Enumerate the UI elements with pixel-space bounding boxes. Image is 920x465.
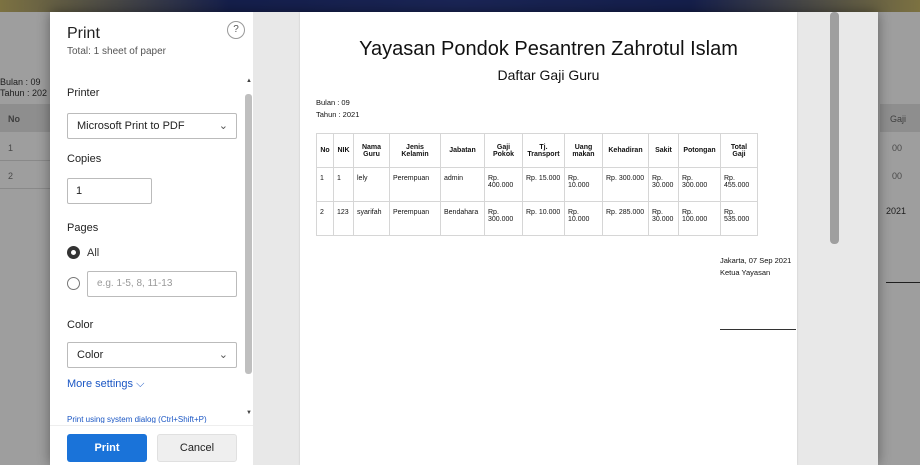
document-title: Yayasan Pondok Pesantren Zahrotul Islam xyxy=(359,38,738,60)
panel-scrollbar[interactable] xyxy=(245,94,252,374)
col-header: Potongan xyxy=(678,133,721,168)
sheet-count: Total: 1 sheet of paper xyxy=(67,46,166,57)
table-cell: Perempuan xyxy=(389,201,441,236)
col-header: Uang makan xyxy=(564,133,603,168)
salary-table: No NIK Nama Guru Jenis Kelamin Jabatan G… xyxy=(316,133,758,236)
col-header: Jabatan xyxy=(440,133,485,168)
table-cell: Rp. 15.000 xyxy=(522,167,565,202)
print-button[interactable]: Print xyxy=(67,434,147,462)
signature-role: Ketua Yayasan xyxy=(720,268,771,277)
signature-date: Jakarta, 07 Sep 2021 xyxy=(720,256,792,265)
pages-custom-radio[interactable] xyxy=(67,277,80,290)
chevron-down-icon: ⌄ xyxy=(218,349,228,361)
print-dialog: Print Total: 1 sheet of paper ? Printer … xyxy=(50,12,878,465)
table-cell: Rp. 300.000 xyxy=(602,167,649,202)
table-cell: syarifah xyxy=(353,201,390,236)
copies-label: Copies xyxy=(67,153,102,165)
pages-all-radio[interactable] xyxy=(67,246,80,259)
col-header: No xyxy=(316,133,334,168)
col-header: Sakit xyxy=(648,133,679,168)
copies-input[interactable]: 1 xyxy=(67,178,152,204)
printer-label: Printer xyxy=(67,87,100,99)
table-cell: Rp. 100.000 xyxy=(678,201,721,236)
col-header: Nama Guru xyxy=(353,133,390,168)
chevron-down-icon: ⌄ xyxy=(218,120,228,132)
table-cell: Rp. 30.000 xyxy=(648,167,679,202)
printer-select-value: Microsoft Print to PDF xyxy=(77,120,185,132)
col-header: NIK xyxy=(333,133,354,168)
scroll-up-icon[interactable]: ▲ xyxy=(246,78,252,84)
col-header: Gaji Pokok xyxy=(484,133,523,168)
more-settings-link[interactable]: More settings ⌵ xyxy=(67,378,144,391)
preview-scrollbar[interactable] xyxy=(830,12,839,244)
table-cell: 1 xyxy=(333,167,354,202)
col-header: Jenis Kelamin xyxy=(389,133,441,168)
table-row: 2 123 syarifah Perempuan Bendahara Rp. 3… xyxy=(316,201,758,236)
print-preview: Yayasan Pondok Pesantren Zahrotul Islam … xyxy=(253,12,878,465)
col-header: Total Gaji xyxy=(720,133,758,168)
table-cell: Rp. 400.000 xyxy=(484,167,523,202)
table-cell: 123 xyxy=(333,201,354,236)
table-row: 1 1 lely Perempuan admin Rp. 400.000 Rp.… xyxy=(316,167,758,202)
table-header-row: No NIK Nama Guru Jenis Kelamin Jabatan G… xyxy=(316,133,758,168)
table-cell: Rp. 300.000 xyxy=(678,167,721,202)
cancel-button[interactable]: Cancel xyxy=(157,434,237,462)
table-cell: 2 xyxy=(316,201,334,236)
print-settings-panel: Print Total: 1 sheet of paper ? Printer … xyxy=(50,12,253,465)
pages-label: Pages xyxy=(67,222,99,234)
table-cell: lely xyxy=(353,167,390,202)
system-dialog-link[interactable]: Print using system dialog (Ctrl+Shift+P) xyxy=(67,415,207,423)
signature-line xyxy=(720,329,796,330)
table-cell: Rp. 300.000 xyxy=(484,201,523,236)
table-cell: Rp. 10.000 xyxy=(564,167,603,202)
col-header: Tj. Transport xyxy=(522,133,565,168)
table-cell: Perempuan xyxy=(389,167,441,202)
scroll-down-icon[interactable]: ▼ xyxy=(246,410,252,416)
table-cell: Rp. 10.000 xyxy=(522,201,565,236)
color-select[interactable]: Color ⌄ xyxy=(67,342,237,368)
help-icon[interactable]: ? xyxy=(227,21,245,39)
table-cell: Rp. 10.000 xyxy=(564,201,603,236)
col-header: Kehadiran xyxy=(602,133,649,168)
dialog-title: Print xyxy=(67,25,100,42)
printer-select[interactable]: Microsoft Print to PDF ⌄ xyxy=(67,113,237,139)
document-bulan: Bulan : 09 xyxy=(316,98,350,107)
table-cell: Rp. 535.000 xyxy=(720,201,758,236)
table-cell: Rp. 30.000 xyxy=(648,201,679,236)
pages-all-label: All xyxy=(87,247,100,259)
pages-range-input[interactable]: e.g. 1-5, 8, 11-13 xyxy=(87,271,237,297)
color-label: Color xyxy=(67,319,94,331)
table-cell: Bendahara xyxy=(440,201,485,236)
table-cell: admin xyxy=(440,167,485,202)
table-cell: 1 xyxy=(316,167,334,202)
table-cell: Rp. 285.000 xyxy=(602,201,649,236)
table-cell: Rp. 455.000 xyxy=(720,167,758,202)
document-subtitle: Daftar Gaji Guru xyxy=(497,67,600,83)
document-tahun: Tahun : 2021 xyxy=(316,110,360,119)
color-select-value: Color xyxy=(77,349,104,361)
dialog-actions: Print Cancel xyxy=(50,425,253,465)
preview-sheet: Yayasan Pondok Pesantren Zahrotul Islam … xyxy=(300,12,797,465)
